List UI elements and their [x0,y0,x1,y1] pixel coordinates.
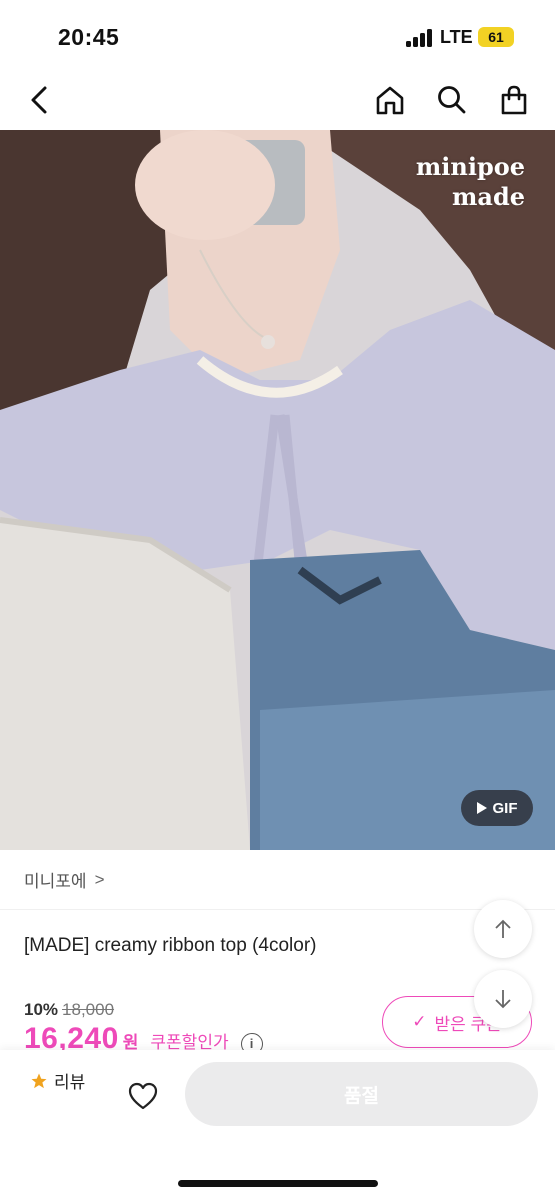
seller-name: 미니포에 [24,872,87,891]
product-photo [0,130,555,850]
brand-watermark: minipoe made [416,152,525,212]
arrow-up-icon [495,919,511,938]
heart-icon [128,1082,158,1110]
soldout-button[interactable]: 품절 [185,1062,538,1126]
home-button[interactable] [370,80,410,120]
original-price: 18,000 [62,1000,115,1019]
star-icon [31,1073,47,1088]
scroll-up-button[interactable] [474,900,532,958]
cart-button[interactable] [494,80,534,120]
gif-button[interactable]: GIF [461,790,533,826]
back-button[interactable] [20,80,60,120]
product-title: [MADE] creamy ribbon top (4color) [24,935,317,956]
discount-line: 10% 18,000 [24,1000,114,1020]
watermark-line2: made [452,182,525,211]
chevron-left-icon [31,86,47,114]
search-button[interactable] [432,80,472,120]
check-icon: ✓ [412,1012,427,1031]
gif-label: GIF [492,799,518,817]
signal-icon [406,29,436,47]
seller-link[interactable]: 미니포에 > [0,850,555,910]
search-icon [438,86,466,114]
bottom-action-bar: 리뷰 품절 [0,1050,555,1200]
product-image[interactable]: minipoe made GIF [0,130,555,850]
arrow-down-icon [495,990,511,1009]
network-label: LTE [440,27,473,47]
battery-icon: 61 [478,27,514,47]
status-bar: 20:45 LTE 61 [0,0,555,70]
watermark-line1: minipoe [415,152,525,181]
wishlist-button[interactable] [122,1078,164,1114]
review-label: 리뷰 [54,1073,86,1092]
play-icon [476,802,487,814]
scroll-down-button[interactable] [474,970,532,1028]
discount-rate: 10% [24,1000,59,1019]
review-button[interactable]: 리뷰 [30,1068,85,1093]
home-indicator [178,1180,378,1187]
chevron-right-icon: > [94,869,105,889]
shopping-bag-icon [501,85,527,115]
status-time: 20:45 [58,24,120,50]
home-icon [376,86,404,115]
nav-bar [0,70,555,130]
